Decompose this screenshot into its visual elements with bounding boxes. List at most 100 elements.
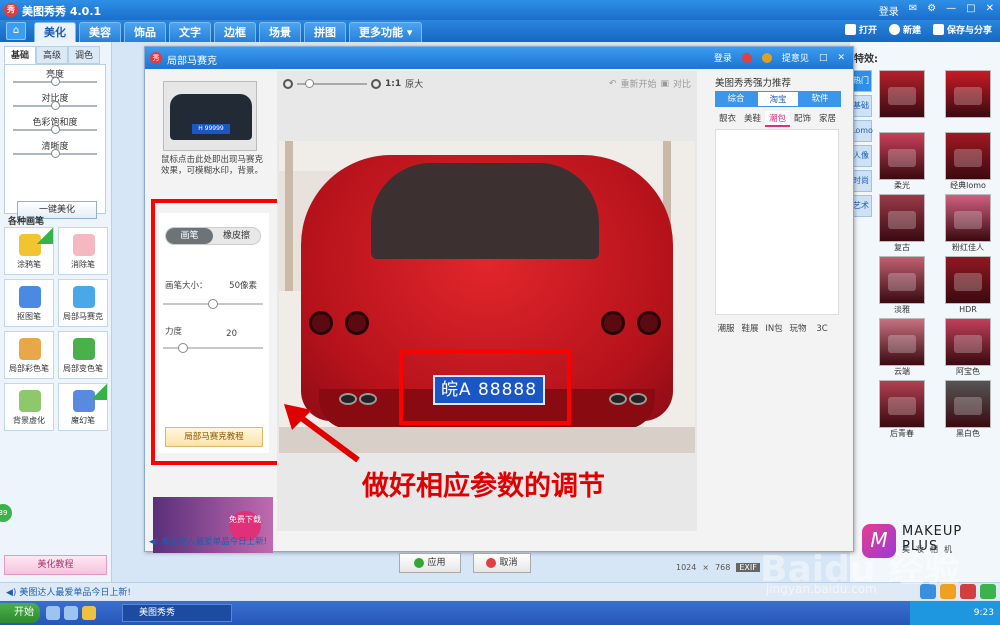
effects-title: 特效: xyxy=(854,54,878,65)
adjust-slider-knob[interactable] xyxy=(51,149,60,158)
zoom-controls: 1:1 原大 xyxy=(283,77,423,90)
recommend-category[interactable]: 家居 xyxy=(815,111,840,127)
effect-item[interactable] xyxy=(878,70,926,130)
recommend-tab[interactable]: 综合 xyxy=(715,91,757,107)
main-tab[interactable]: 美化 xyxy=(34,22,76,42)
effect-item[interactable]: HDR xyxy=(944,256,992,316)
brush-tool-label: 涂鸦笔 xyxy=(17,260,41,269)
recommend-category[interactable]: 3C xyxy=(811,321,833,337)
subtab-basic[interactable]: 基础 xyxy=(4,46,36,64)
recommend-category[interactable]: 靓衣 xyxy=(715,111,740,127)
restart-button[interactable]: 重新开始 xyxy=(620,77,656,90)
compare-button[interactable]: 对比 xyxy=(673,77,691,90)
new-button[interactable]: 新建 xyxy=(888,23,921,36)
dialog-news-ticker[interactable]: ◀) 美图达人最爱单品今日上新! xyxy=(149,535,267,547)
effect-item[interactable]: 云端 xyxy=(878,318,926,378)
zoom-knob[interactable] xyxy=(305,78,314,88)
dialog-close-icon[interactable]: ✕ xyxy=(837,53,845,63)
adjust-slider-knob[interactable] xyxy=(51,101,60,110)
main-tab[interactable]: 文字 xyxy=(169,22,211,42)
brush-tool[interactable]: 消除笔 xyxy=(58,227,108,275)
preview-thumbnail[interactable]: H 99999 xyxy=(163,81,257,151)
weibo-icon[interactable] xyxy=(761,52,772,63)
zoom-in-icon[interactable] xyxy=(371,78,381,89)
cancel-button[interactable]: 取消 xyxy=(473,553,531,573)
effect-item[interactable]: 黑白色 xyxy=(944,380,992,440)
effect-item[interactable]: 淡雅 xyxy=(878,256,926,316)
recommend-tab[interactable]: 软件 xyxy=(799,91,841,107)
main-tab[interactable]: 边框 xyxy=(214,22,256,42)
mail-icon[interactable]: ✉ xyxy=(909,3,917,18)
zoom-ratio[interactable]: 1:1 xyxy=(385,79,401,89)
effect-item[interactable]: 柔光 xyxy=(878,132,926,192)
brush-tool-label: 局部彩色笔 xyxy=(9,364,49,373)
beautify-tutorial-button[interactable]: 美化教程 xyxy=(4,555,107,575)
zoom-slider[interactable] xyxy=(297,78,367,88)
exif-button[interactable]: EXIF xyxy=(736,563,760,572)
recommend-category[interactable]: IN包 xyxy=(763,321,785,337)
maximize-icon[interactable]: □ xyxy=(966,3,975,18)
open-button[interactable]: 打开 xyxy=(844,23,877,36)
adjust-slider-knob[interactable] xyxy=(51,125,60,134)
effect-item[interactable]: 经典lomo xyxy=(944,132,992,192)
main-tab[interactable]: 拼图 xyxy=(304,22,346,42)
new-tag-icon xyxy=(37,228,53,244)
media-icon[interactable] xyxy=(82,606,96,620)
minimize-icon[interactable]: — xyxy=(946,3,956,18)
effect-item[interactable]: 复古 xyxy=(878,194,926,254)
zoom-out-icon[interactable] xyxy=(283,78,293,89)
main-tab[interactable]: 更多功能 ▾ xyxy=(349,22,423,42)
adjust-slider[interactable]: 亮度 xyxy=(5,65,105,89)
recommend-category[interactable]: 潮包 xyxy=(765,111,790,127)
subtab-advanced[interactable]: 高级 xyxy=(36,46,68,64)
add-icon[interactable] xyxy=(980,584,996,599)
effect-item[interactable]: 粉红佳人 xyxy=(944,194,992,254)
status-news[interactable]: ◀) 美图达人最爱单品今日上新! xyxy=(6,585,131,598)
main-tab[interactable]: 饰品 xyxy=(124,22,166,42)
adjust-slider[interactable]: 色彩饱和度 xyxy=(5,113,105,137)
login-link[interactable]: 登录 xyxy=(879,3,899,18)
feedback-link[interactable]: 提意见 xyxy=(782,51,809,64)
settings-icon[interactable]: ⚙ xyxy=(927,3,936,18)
adjust-slider-knob[interactable] xyxy=(51,77,60,86)
qq-icon[interactable] xyxy=(741,52,752,63)
close-icon[interactable]: ✕ xyxy=(986,3,994,18)
adjust-slider[interactable]: 对比度 xyxy=(5,89,105,113)
recommend-tab[interactable]: 淘宝 xyxy=(757,91,799,107)
apply-button[interactable]: 应用 xyxy=(399,553,461,573)
dialog-login-link[interactable]: 登录 xyxy=(714,51,732,64)
brush-tool[interactable]: 抠图笔 xyxy=(4,279,54,327)
brush-tool[interactable]: 局部变色笔 xyxy=(58,331,108,379)
zoom-original[interactable]: 原大 xyxy=(405,77,423,90)
effect-label xyxy=(878,118,926,130)
start-button[interactable]: 开始 xyxy=(0,603,40,623)
dialog-maximize-icon[interactable]: □ xyxy=(819,53,828,63)
brush-tool[interactable]: 背景虚化 xyxy=(4,383,54,431)
save-share-button[interactable]: 保存与分享 xyxy=(932,23,992,36)
subtab-color[interactable]: 调色 xyxy=(68,46,100,64)
effect-thumbnail xyxy=(879,256,925,304)
recommend-category[interactable]: 玩物 xyxy=(787,321,809,337)
brush-tool[interactable]: 魔幻笔 xyxy=(58,383,108,431)
adjust-slider[interactable]: 清晰度 xyxy=(5,137,105,161)
main-tab[interactable]: 美容 xyxy=(79,22,121,42)
status-app-icon[interactable] xyxy=(960,584,976,599)
main-tab[interactable]: 场景 xyxy=(259,22,301,42)
desktop-icon[interactable] xyxy=(64,606,78,620)
recommend-category[interactable]: 潮服 xyxy=(715,321,737,337)
recommend-category[interactable]: 美鞋 xyxy=(740,111,765,127)
effect-item[interactable]: 后青春 xyxy=(878,380,926,440)
brush-tool[interactable]: 局部彩色笔 xyxy=(4,331,54,379)
taskbar-item-meitu[interactable]: 美图秀秀 xyxy=(122,604,232,622)
effect-item[interactable] xyxy=(944,70,992,130)
recommend-category[interactable]: 鞋展 xyxy=(739,321,761,337)
brush-tool-icon xyxy=(19,390,41,412)
cancel-icon xyxy=(486,557,497,568)
brush-tool[interactable]: 涂鸦笔 xyxy=(4,227,54,275)
home-icon[interactable]: ⌂ xyxy=(6,22,26,40)
brush-tool[interactable]: 局部马赛克 xyxy=(58,279,108,327)
ie-icon[interactable] xyxy=(46,606,60,620)
left-panel: 基础 高级 调色 亮度 对比度 色彩饱和度 清晰度 一键美化 各种画笔 涂鸦笔 消除笔 抠图… xyxy=(0,42,112,582)
effect-item[interactable]: 阿宝色 xyxy=(944,318,992,378)
recommend-category[interactable]: 配饰 xyxy=(790,111,815,127)
